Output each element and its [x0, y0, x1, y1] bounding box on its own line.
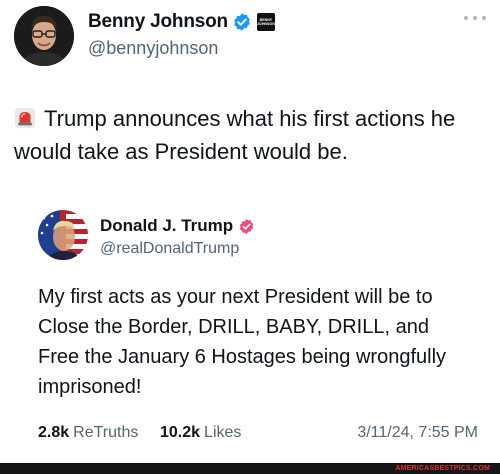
org-badge-logo-text: BENNY JOHNSON	[257, 18, 275, 26]
watermark-bar: AMERICASBESTPICS.COM	[0, 463, 500, 474]
quoted-author-handle[interactable]: @realDonaldTrump	[100, 240, 239, 258]
quoted-author-row: Donald J. Trump	[100, 216, 255, 236]
retruths-label: ReTruths	[73, 424, 139, 441]
avatar[interactable]	[14, 6, 74, 66]
avatar-portrait-icon	[14, 6, 74, 66]
likes-stat[interactable]: 10.2k Likes	[160, 424, 241, 442]
tweet-text-body: Trump announces what his first actions h…	[14, 106, 456, 164]
siren-icon	[14, 107, 36, 129]
more-options-icon[interactable]	[464, 14, 486, 22]
org-badge-logo: BENNY JOHNSON	[256, 13, 275, 31]
tweet-text: Trump announces what his first actions h…	[14, 102, 484, 168]
quoted-avatar-portrait-icon	[38, 210, 88, 260]
quoted-post-text: My first acts as your next President wil…	[38, 286, 447, 398]
author-handle[interactable]: @bennyjohnson	[88, 38, 218, 59]
quoted-avatar[interactable]	[38, 210, 88, 260]
verified-badge-icon	[234, 13, 250, 31]
likes-count: 10.2k	[160, 424, 201, 441]
post-stats: 2.8k ReTruths 10.2k Likes 3/11/24, 7:55 PM	[38, 424, 478, 448]
post-timestamp[interactable]: 3/11/24, 7:55 PM	[357, 424, 478, 442]
author-row: Benny Johnson BENNY JOHNSON	[88, 10, 275, 34]
watermark-text: AMERICASBESTPICS.COM	[395, 465, 490, 472]
verified-badge-icon	[240, 218, 254, 234]
quoted-author-name[interactable]: Donald J. Trump	[100, 216, 233, 236]
likes-label: Likes	[204, 424, 242, 441]
retruths-stat[interactable]: 2.8k ReTruths	[38, 424, 138, 442]
author-name[interactable]: Benny Johnson	[88, 11, 228, 33]
retruths-count: 2.8k	[38, 424, 70, 441]
screenshot-page: Benny Johnson BENNY JOHNSON @bennyjohnso…	[0, 0, 500, 474]
